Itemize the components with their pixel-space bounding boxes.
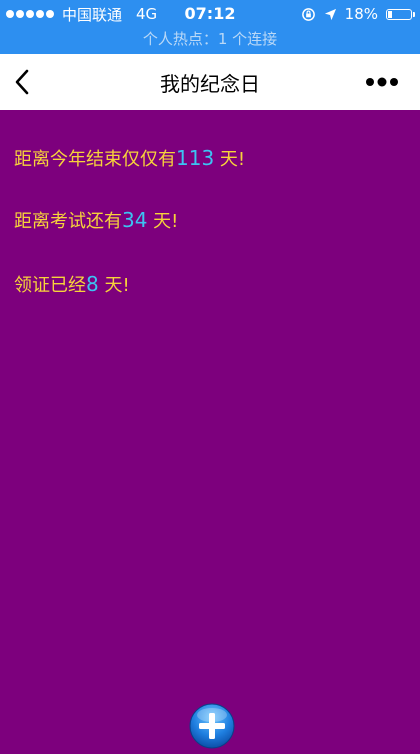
item-prefix: 领证已经 [14, 275, 86, 296]
page-title: 我的纪念日 [160, 72, 260, 96]
battery-icon [386, 8, 415, 20]
nav-bar: 我的纪念日 [0, 54, 420, 110]
status-right: 18% [301, 4, 415, 24]
battery-percent: 18% [344, 5, 378, 23]
item-suffix: 天! [214, 149, 246, 170]
battery-fill [388, 10, 392, 18]
location-arrow-icon [324, 8, 336, 20]
item-suffix: 天! [98, 275, 130, 296]
hotspot-banner[interactable]: 个人热点：1 个连接 [0, 28, 420, 49]
item-days-number: 113 [176, 146, 215, 170]
item-suffix: 天! [147, 211, 179, 232]
rotation-lock-icon [301, 7, 315, 21]
more-dots-icon [366, 77, 398, 87]
add-button[interactable] [188, 702, 236, 750]
more-button[interactable] [362, 68, 406, 96]
list-item[interactable]: 距离今年结束仅仅有113 天! [14, 146, 245, 172]
item-days-number: 34 [122, 208, 148, 232]
item-prefix: 距离今年结束仅仅有 [14, 149, 176, 170]
item-prefix: 距离考试还有 [14, 211, 122, 232]
list-item[interactable]: 领证已经8 天! [14, 272, 130, 298]
item-days-number: 8 [86, 272, 99, 296]
list-item[interactable]: 距离考试还有34 天! [14, 208, 178, 234]
status-row: 中国联通 4G 07:12 18% [0, 0, 420, 27]
plus-circle-icon [189, 703, 235, 749]
status-bar: 中国联通 4G 07:12 18% 个人热点：1 个连接 [0, 0, 420, 54]
